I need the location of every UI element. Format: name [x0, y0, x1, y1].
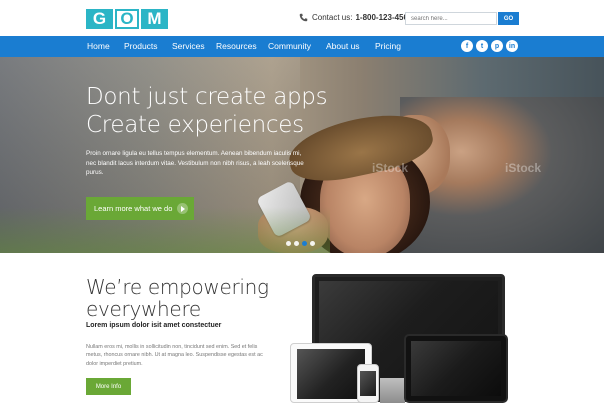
tablet-screen — [297, 349, 365, 399]
logo[interactable]: G O M — [86, 9, 168, 29]
main-nav: Home Products Services Resources Communi… — [0, 36, 604, 57]
watermark-text: iStock — [505, 161, 542, 175]
top-bar: G O M Contact us: 1-800-123-4567 GO — [0, 0, 604, 36]
twitter-icon[interactable]: t — [476, 40, 488, 52]
section-heading-line2: everywhere — [86, 297, 201, 321]
logo-letter-g: G — [86, 9, 113, 29]
slider-dot-1[interactable] — [286, 241, 291, 246]
search-go-button[interactable]: GO — [498, 12, 519, 25]
nav-item-about-us[interactable]: About us — [326, 36, 360, 57]
section-paragraph: Nullam eros mi, mollis in sollicitudin n… — [86, 344, 263, 367]
logo-letter-m: M — [141, 9, 168, 29]
nav-item-home[interactable]: Home — [87, 36, 110, 57]
search-input[interactable] — [405, 12, 497, 25]
section-heading-line1: We’re empowering — [86, 275, 269, 299]
contact-info: Contact us: 1-800-123-4567 — [299, 13, 412, 22]
contact-label: Contact us: — [312, 13, 353, 22]
learn-more-label: Learn more what we do — [94, 204, 173, 213]
nav-item-products[interactable]: Products — [124, 36, 158, 57]
watermark-text: iStock — [372, 161, 409, 175]
phone-screen — [360, 371, 376, 396]
logo-letter-o: O — [115, 9, 139, 29]
slider-dot-4[interactable] — [310, 241, 315, 246]
device-tablet-black-image — [404, 334, 508, 403]
nav-item-pricing[interactable]: Pricing — [375, 36, 401, 57]
device-phone-image — [357, 364, 379, 403]
nav-item-services[interactable]: Services — [172, 36, 205, 57]
section-heading: We’re empowering everywhere — [86, 276, 269, 320]
hero-title-line1: Dont just create apps — [86, 84, 328, 110]
section-subheading: Lorem ipsum dolor isit amet constectuer — [86, 322, 222, 329]
hero-body-text: Proin ornare ligula eu tellus tempus ele… — [86, 150, 304, 177]
facebook-icon[interactable]: f — [461, 40, 473, 52]
pinterest-icon[interactable]: p — [491, 40, 503, 52]
hero-title-line2: Create experiences — [86, 112, 304, 138]
nav-item-community[interactable]: Community — [268, 36, 311, 57]
hero-banner: iStock iStock Dont just create apps Crea… — [0, 57, 604, 253]
phone-icon — [299, 13, 308, 22]
learn-more-button[interactable]: Learn more what we do — [86, 197, 194, 220]
contact-number[interactable]: 1-800-123-4567 — [355, 13, 412, 22]
slider-pagination — [286, 241, 315, 246]
slider-dot-3[interactable] — [302, 241, 307, 246]
play-arrow-icon — [177, 203, 188, 214]
hero-title: Dont just create apps Create experiences — [86, 83, 328, 139]
monitor-stand — [380, 378, 405, 403]
nav-item-resources[interactable]: Resources — [216, 36, 257, 57]
slider-dot-2[interactable] — [294, 241, 299, 246]
more-info-button[interactable]: More Info — [86, 378, 131, 395]
tablet-black-screen — [411, 341, 501, 396]
linkedin-icon[interactable]: in — [506, 40, 518, 52]
